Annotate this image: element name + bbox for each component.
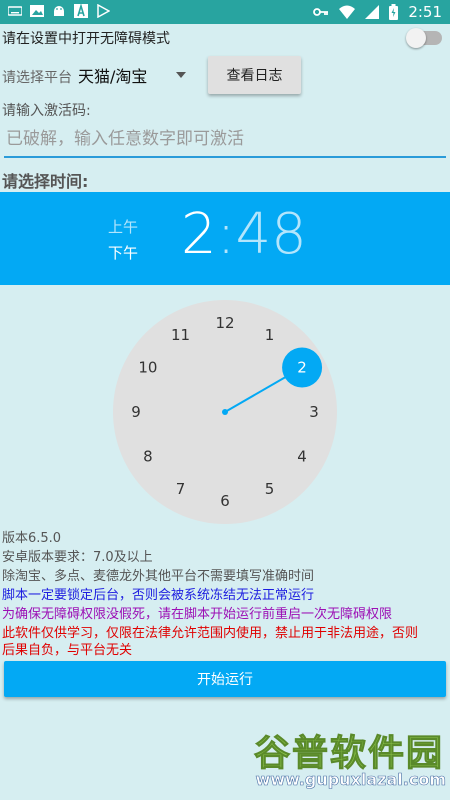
dial-hour-11[interactable]: 11 (171, 326, 190, 344)
status-bar-left (8, 4, 110, 18)
dial-hour-9[interactable]: 9 (131, 403, 141, 421)
am-option[interactable]: 上午 (108, 214, 138, 240)
activation-input[interactable] (4, 124, 450, 154)
dial-hour-5[interactable]: 5 (265, 480, 275, 498)
minute-display[interactable]: 48 (236, 202, 307, 267)
clock-dial[interactable]: 121234567891011 (113, 300, 337, 524)
activation-field (4, 124, 450, 158)
status-bar-right: 2:51 (313, 3, 442, 21)
lock-warning-text: 脚本一定要锁定后台，否则会被系统冻结无法正常运行 (2, 588, 315, 603)
view-log-button[interactable]: 查看日志 (208, 56, 301, 94)
watermark-logo: 谷普软件园 www.gupuxlazal.com (240, 724, 450, 800)
status-bar: 2:51 (0, 0, 450, 24)
dial-hour-6[interactable]: 6 (220, 492, 230, 510)
activation-label: 请输入激活码: (2, 103, 91, 119)
accessibility-row: 请在设置中打开无障碍模式 (2, 28, 448, 50)
accessibility-label: 请在设置中打开无障碍模式 (2, 31, 170, 47)
ampm-selector: 上午 下午 (108, 214, 138, 266)
time-separator: : (216, 202, 236, 267)
pm-option[interactable]: 下午 (108, 240, 138, 266)
time-display: 2:48 (181, 202, 307, 267)
dial-hour-8[interactable]: 8 (143, 448, 153, 466)
version-text: 版本6.5.0 (2, 531, 62, 546)
time-title: 请选择时间: (2, 172, 89, 191)
dial-hour-10[interactable]: 10 (138, 359, 157, 377)
clock-center (222, 409, 228, 415)
platform-label: 请选择平台 (2, 70, 72, 86)
battery-icon (389, 4, 399, 20)
dial-hour-7[interactable]: 7 (176, 480, 186, 498)
image-icon (30, 5, 44, 17)
status-time: 2:51 (408, 3, 442, 21)
key-icon (313, 8, 329, 16)
accessibility-toggle[interactable] (406, 28, 442, 48)
android-requirement-text: 安卓版本要求：7.0及以上 (2, 550, 153, 565)
platform-dropdown[interactable]: 天猫/淘宝 (78, 63, 193, 89)
android-icon (54, 6, 64, 16)
dial-hour-3[interactable]: 3 (309, 403, 319, 421)
watermark-url: www.gupuxlazal.com (255, 770, 446, 790)
font-icon (74, 4, 88, 18)
platform-note-text: 除淘宝、多点、麦德龙外其他平台不需要填写准确时间 (2, 569, 315, 584)
dial-hour-1[interactable]: 1 (265, 326, 275, 344)
dial-hour-4[interactable]: 4 (297, 448, 307, 466)
signal-icon (365, 5, 380, 19)
hour-display[interactable]: 2 (181, 202, 217, 267)
start-button[interactable]: 开始运行 (4, 661, 446, 697)
dial-hour-12[interactable]: 12 (215, 314, 234, 332)
legal-warning-line2: 后果自负，与平台无关 (2, 643, 133, 658)
dial-hour-2[interactable]: 2 (297, 359, 307, 377)
dropdown-arrow-icon (176, 72, 186, 78)
keyboard-icon (8, 6, 22, 16)
watermark-text: 谷普软件园 (253, 733, 444, 775)
time-header: 上午 下午 2:48 (0, 192, 450, 285)
platform-selected: 天猫/淘宝 (78, 67, 148, 86)
play-store-icon (97, 4, 110, 18)
accessibility-warning-text: 为确保无障碍权限没假死，请在脚本开始运行前重启一次无障碍权限 (2, 607, 393, 622)
wifi-icon (339, 5, 356, 19)
toggle-knob (406, 28, 426, 48)
